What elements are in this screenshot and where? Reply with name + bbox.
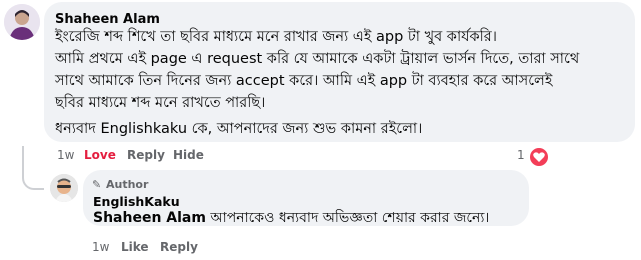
pen-icon: ✎ — [92, 178, 102, 191]
hide-button[interactable]: Hide — [173, 148, 204, 162]
love-button[interactable]: Love — [84, 148, 116, 162]
reply-button[interactable]: Reply — [127, 148, 165, 162]
mention-link[interactable]: Shaheen Alam — [93, 210, 206, 226]
author-badge: ✎ Author — [92, 178, 149, 191]
comment-text-line-1: ইংরেজি শব্দ শিখে তা ছবির মাধ্যমে মনে রাখ… — [55, 29, 497, 45]
reply-thread-line — [22, 146, 44, 190]
comment-timestamp[interactable]: 1w — [57, 148, 74, 162]
heart-reaction-icon[interactable] — [528, 146, 550, 168]
reply-reply-button[interactable]: Reply — [160, 240, 198, 254]
person-photo-icon — [4, 4, 40, 40]
comment-text-line-2: আমি প্রথমে এই page এ request করি যে আমাক… — [55, 51, 580, 67]
cartoon-avatar-icon — [50, 174, 78, 202]
comment-text-line-4: ছবির মাধ্যমে শব্দ মনে রাখতে পারছি। — [55, 95, 266, 111]
reply-author-avatar[interactable] — [50, 174, 78, 202]
reply-text: Shaheen Alam আপনাকেও ধন্যবাদ অভিজ্ঞতা শে… — [93, 210, 490, 226]
reaction-count[interactable]: 1 — [517, 148, 525, 162]
like-button[interactable]: Like — [121, 240, 149, 254]
comment-text-line-3: সাথে আমাকে তিন দিনের জন্য accept করে। আম… — [55, 73, 553, 89]
comment-author-name[interactable]: Shaheen Alam — [55, 12, 160, 27]
comment-text-line-5: ধন্যবাদ Englishkaku কে, আপনাদের জন্য শুভ… — [55, 121, 423, 137]
reply-timestamp[interactable]: 1w — [92, 240, 109, 254]
commenter-avatar[interactable] — [4, 4, 40, 40]
